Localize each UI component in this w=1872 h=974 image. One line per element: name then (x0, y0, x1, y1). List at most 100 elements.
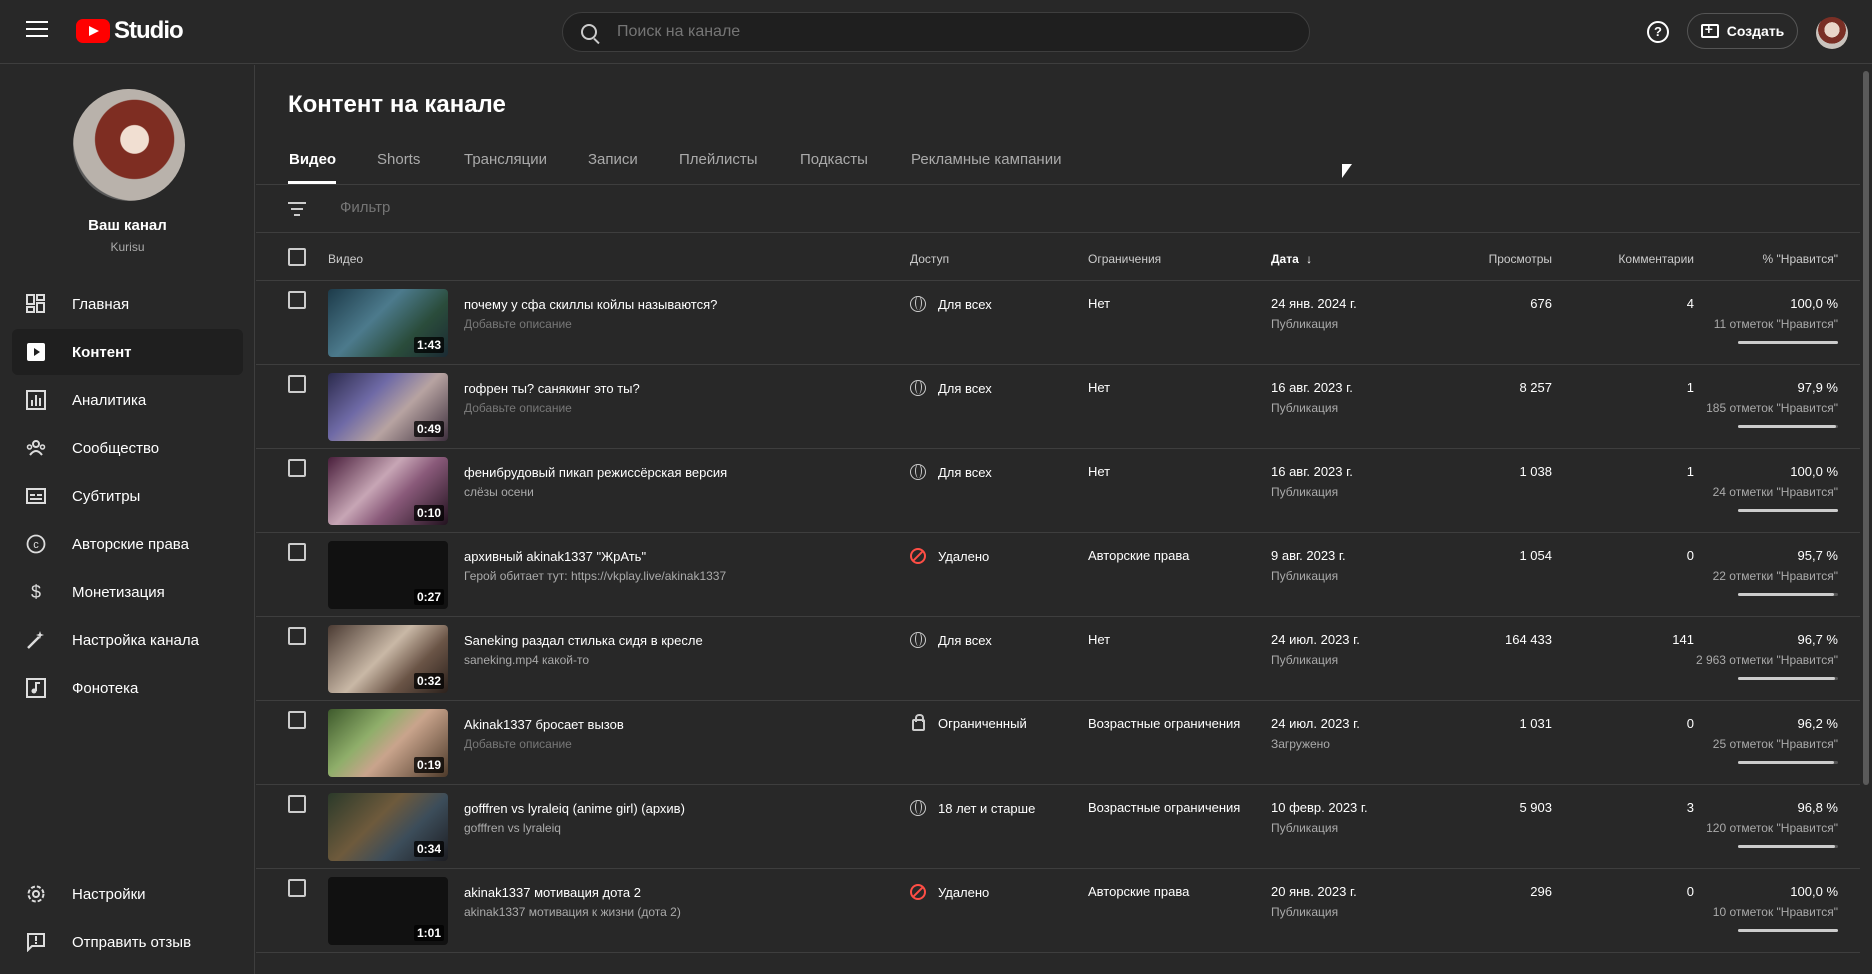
create-button[interactable]: Создать (1687, 13, 1798, 49)
visibility-selector[interactable]: Для всех (910, 464, 992, 480)
row-checkbox[interactable] (288, 795, 306, 813)
scrollbar[interactable] (1860, 65, 1872, 974)
menu-icon[interactable] (26, 21, 48, 41)
restriction-label[interactable]: Нет (1088, 632, 1110, 647)
row-checkbox[interactable] (288, 627, 306, 645)
column-comments[interactable]: Комментарии (1618, 252, 1694, 266)
table-row[interactable]: 0:34 gofffren vs lyraleiq (anime girl) (… (256, 785, 1860, 869)
sidebar-item-analytics[interactable]: Аналитика (12, 377, 243, 423)
video-title[interactable]: akinak1337 мотивация дота 2 (464, 885, 641, 900)
row-checkbox[interactable] (288, 291, 306, 309)
restriction-label[interactable]: Авторские права (1088, 548, 1189, 563)
tab-live[interactable]: Трансляции (464, 151, 547, 168)
audio-library-icon (26, 678, 46, 698)
tab-playlists[interactable]: Плейлисты (679, 151, 758, 168)
tab-videos[interactable]: Видео (289, 151, 336, 168)
sidebar-item-settings[interactable]: Настройки (12, 871, 243, 917)
sidebar-item-content[interactable]: Контент (12, 329, 243, 375)
visibility-selector[interactable]: Удалено (910, 884, 989, 900)
restriction-label[interactable]: Нет (1088, 380, 1110, 395)
tab-podcasts[interactable]: Подкасты (800, 151, 868, 168)
sort-down-icon: ↓ (1306, 252, 1313, 266)
video-views: 1 054 (1519, 548, 1552, 563)
video-comments: 1 (1686, 380, 1694, 395)
tab-shorts[interactable]: Shorts (377, 151, 420, 168)
scrollbar-thumb[interactable] (1863, 71, 1869, 785)
row-checkbox[interactable] (288, 543, 306, 561)
tab-promotions[interactable]: Рекламные кампании (911, 151, 1061, 168)
video-date: 9 авг. 2023 г. (1271, 548, 1346, 563)
sidebar-item-audio-library[interactable]: Фонотека (12, 665, 243, 711)
video-title[interactable]: архивный akinak1337 "ЖрАть" (464, 549, 646, 564)
video-title[interactable]: Saneking раздал стилька сидя в кресле (464, 633, 703, 648)
video-thumbnail[interactable]: 0:32 (328, 625, 448, 693)
sidebar-item-community[interactable]: Сообщество (12, 425, 243, 471)
visibility-selector[interactable]: Для всех (910, 380, 992, 396)
table-row[interactable]: 0:10 фенибрудовый пикап режиссёрская вер… (256, 449, 1860, 533)
sidebar-item-copyright[interactable]: c Авторские права (12, 521, 243, 567)
table-row[interactable]: 0:19 Akinak1337 бросает вызов Добавьте о… (256, 701, 1860, 785)
column-date[interactable]: Дата ↓ (1271, 252, 1312, 266)
video-thumbnail[interactable]: 0:34 (328, 793, 448, 861)
visibility-label: 18 лет и старше (938, 800, 1036, 816)
search-input[interactable] (617, 23, 1217, 41)
sidebar-item-feedback[interactable]: Отправить отзыв (12, 919, 243, 965)
video-thumbnail[interactable]: 0:27 (328, 541, 448, 609)
table-row[interactable]: 0:32 Saneking раздал стилька сидя в крес… (256, 617, 1860, 701)
video-duration: 0:32 (413, 673, 444, 689)
table-row[interactable]: 0:49 гофрен ты? санякинг это ты? Добавьт… (256, 365, 1860, 449)
row-checkbox[interactable] (288, 711, 306, 729)
video-like-count: 22 отметки "Нравится" (1712, 569, 1838, 583)
video-title[interactable]: фенибрудовый пикап режиссёрская версия (464, 465, 727, 480)
studio-logo[interactable]: Studio (76, 17, 184, 45)
column-likes[interactable]: % "Нравится" (1763, 252, 1838, 266)
restriction-label[interactable]: Нет (1088, 464, 1110, 479)
video-like-percent: 100,0 % (1790, 464, 1838, 479)
table-row[interactable]: 0:27 архивный akinak1337 "ЖрАть" Герой о… (256, 533, 1860, 617)
select-all-checkbox[interactable] (288, 248, 306, 266)
sidebar-item-dashboard[interactable]: Главная (12, 281, 243, 327)
video-like-count: 10 отметок "Нравится" (1712, 905, 1838, 919)
visibility-selector[interactable]: Ограниченный (910, 714, 1027, 731)
restriction-label[interactable]: Возрастные ограничения (1088, 800, 1240, 815)
account-avatar[interactable] (1816, 17, 1848, 49)
row-checkbox[interactable] (288, 879, 306, 897)
filter-icon[interactable] (288, 202, 306, 216)
restriction-label[interactable]: Возрастные ограничения (1088, 716, 1240, 731)
channel-avatar[interactable] (73, 89, 185, 201)
video-title[interactable]: gofffren vs lyraleiq (anime girl) (архив… (464, 801, 685, 816)
visibility-selector[interactable]: 18 лет и старше (910, 800, 1035, 816)
visibility-selector[interactable]: Удалено (910, 548, 989, 564)
column-restrictions[interactable]: Ограничения (1088, 252, 1161, 266)
video-title[interactable]: почему у сфа скиллы койлы называются? (464, 297, 717, 312)
visibility-selector[interactable]: Для всех (910, 632, 992, 648)
help-icon[interactable]: ? (1647, 21, 1669, 43)
tab-posts[interactable]: Записи (588, 151, 638, 168)
video-title[interactable]: гофрен ты? санякинг это ты? (464, 381, 640, 396)
sidebar-item-monetization[interactable]: $ Монетизация (12, 569, 243, 615)
search-box[interactable] (562, 12, 1310, 52)
video-thumbnail[interactable]: 0:10 (328, 457, 448, 525)
video-thumbnail[interactable]: 1:01 (328, 877, 448, 945)
filter-input[interactable] (340, 199, 740, 216)
column-access[interactable]: Доступ (910, 252, 949, 266)
video-thumbnail[interactable]: 0:49 (328, 373, 448, 441)
visibility-selector[interactable]: Для всех (910, 296, 992, 312)
video-thumbnail[interactable]: 1:43 (328, 289, 448, 357)
video-title[interactable]: Akinak1337 бросает вызов (464, 717, 624, 732)
video-comments: 4 (1686, 296, 1694, 311)
table-row[interactable]: 1:01 akinak1337 мотивация дота 2 akinak1… (256, 869, 1860, 953)
table-row[interactable]: 1:43 почему у сфа скиллы койлы называютс… (256, 281, 1860, 365)
sidebar-item-customization[interactable]: Настройка канала (12, 617, 243, 663)
search-icon[interactable] (581, 24, 597, 40)
row-checkbox[interactable] (288, 459, 306, 477)
column-video[interactable]: Видео (328, 252, 363, 266)
restriction-label[interactable]: Нет (1088, 296, 1110, 311)
video-thumbnail[interactable]: 0:19 (328, 709, 448, 777)
column-views[interactable]: Просмотры (1489, 252, 1552, 266)
restriction-label[interactable]: Авторские права (1088, 884, 1189, 899)
video-duration: 0:34 (413, 841, 444, 857)
row-checkbox[interactable] (288, 375, 306, 393)
sidebar-item-subtitles[interactable]: Субтитры (12, 473, 243, 519)
like-ratio-fill (1738, 929, 1838, 932)
